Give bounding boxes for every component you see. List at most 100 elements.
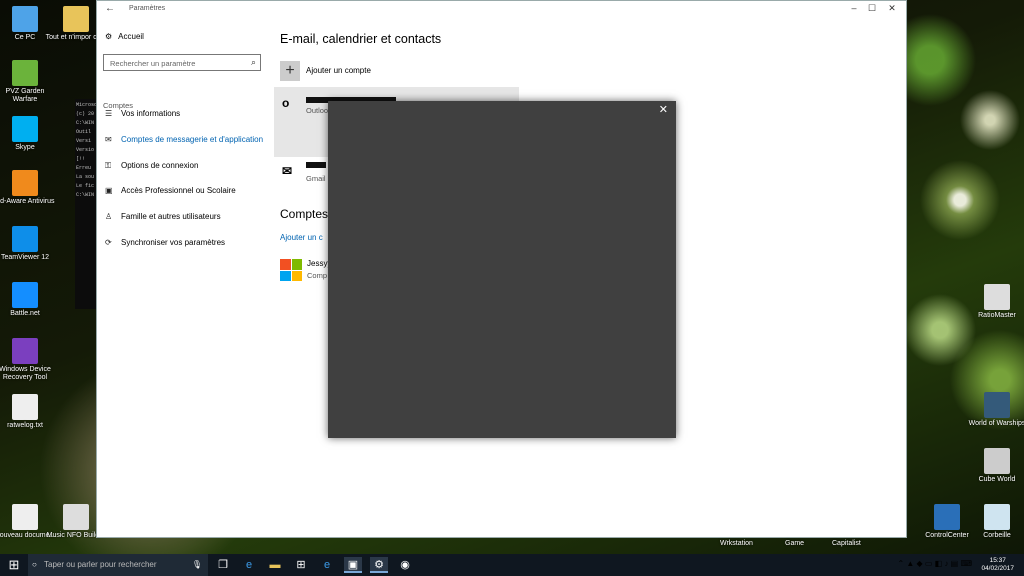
file-explorer-icon[interactable]: ▬ [266,557,284,573]
sidebar-item-label: Synchroniser vos paramètres [121,238,226,247]
account-type: Gmail [306,174,326,183]
minimize-button[interactable]: – [844,3,864,13]
desktop-shortcut[interactable]: RatioMaster [966,284,1024,320]
person-card-icon: ☰ [105,109,113,118]
desktop-shortcut-label: Cube World [978,476,1016,483]
taskbar: ⊞ ○ Taper ou parler pour rechercher 🎙 ❐ … [0,554,1024,576]
desktop-shortcut-label: World of Warships [968,420,1024,427]
desktop-label[interactable]: Wrkstation [720,540,753,547]
edge-icon[interactable]: e [240,557,258,573]
outlook-icon: o [282,96,290,110]
desktop-shortcut-label: ControlCenter [925,532,969,539]
desktop-shortcut[interactable]: World of Warships [966,392,1024,428]
desktop-shortcut-label: Ce PC [14,34,36,41]
command-prompt-window[interactable]: Microsoft(c) 20C:\WINOutilVersiVersio[!!… [75,99,97,309]
desktop-shortcut[interactable]: Battle.net [0,282,56,318]
key-icon: ⚿ [105,161,112,170]
sidebar-item-label: Famille et autres utilisateurs [121,212,221,221]
sidebar-item-label: Options de connexion [121,161,199,170]
recovery-tool-icon [12,338,38,364]
settings-taskbar-icon[interactable]: ⚙ [370,557,388,573]
cubeworld-icon [984,448,1010,474]
skype-icon [12,116,38,142]
sidebar-item[interactable]: ⚿ Options de connexion [105,161,198,171]
add-account-link[interactable]: Ajouter un c [280,233,323,242]
sidebar-item[interactable]: ✉ Comptes de messagerie et d'application [105,135,263,144]
clock[interactable]: 15:37 04/02/2017 [981,557,1014,573]
system-tray[interactable]: ⌃ ▲ ◆ ▭ ◧ ♪ ▤ ⌨ [897,559,972,568]
computer-icon [12,6,38,32]
briefcase-icon: ▣ [105,186,113,195]
desktop-shortcut[interactable]: PVZ Garden Warfare [0,60,56,104]
desktop-shortcut-label: RatioMaster [978,312,1016,319]
window-title: Paramètres [129,5,166,12]
taskbar-search[interactable]: ○ Taper ou parler pour rechercher 🎙 [28,554,208,576]
search-icon: ⌕ [250,57,256,67]
sidebar-item[interactable]: ▣ Accès Professionnel ou Scolaire [105,186,236,195]
desktop-shortcut-label: Windows Device Recovery Tool [0,366,51,381]
start-button[interactable]: ⊞ [0,554,28,576]
sidebar-item-label: Comptes de messagerie et d'application [121,135,264,144]
microphone-icon[interactable]: 🎙 [192,554,202,576]
desktop-label[interactable]: Capitalist [832,540,861,547]
settings-search-input[interactable]: Rechercher un paramètre ⌕ [103,54,261,71]
sidebar-item-label: Vos informations [121,109,181,118]
command-prompt-taskbar-icon[interactable]: ▣ [344,557,362,573]
cortana-icon: ○ [32,560,37,569]
sidebar: ⚙ Accueil Rechercher un paramètre ⌕ Compt… [97,17,275,537]
desktop-shortcut-label: Battle.net [10,310,40,317]
plus-icon: + [280,61,300,81]
warships-icon [984,392,1010,418]
redacted-email [306,162,326,168]
account-dialog: ✕ [328,101,676,438]
battlenet-icon [12,282,38,308]
desktop-shortcut[interactable]: Windows Device Recovery Tool [0,338,56,382]
gear-icon: ⚙ [105,32,113,41]
desktop-label[interactable]: Game [785,540,804,547]
close-window-button[interactable]: ✕ [882,3,902,14]
date: 04/02/2017 [981,565,1014,572]
app-taskbar-icon[interactable]: ◉ [396,557,414,573]
maximize-button[interactable]: ☐ [862,3,882,14]
recycle-bin-icon [984,504,1010,530]
taskbar-search-placeholder: Taper ou parler pour rechercher [44,560,157,569]
close-icon[interactable]: ✕ [659,103,668,116]
teamviewer-icon [12,226,38,252]
desktop-shortcut[interactable]: TeamViewer 12 [0,226,56,262]
ratiomaster-icon [984,284,1010,310]
desktop-shortcut[interactable]: Cube World [966,448,1024,484]
folder-icon [63,6,89,32]
antivirus-icon [12,170,38,196]
sidebar-item[interactable]: ♙ Famille et autres utilisateurs [105,212,221,221]
document-icon [12,504,38,530]
sidebar-item[interactable]: ☰ Vos informations [105,109,180,118]
home-label: Accueil [118,32,144,41]
desktop-shortcut-label: Skype [15,144,35,151]
section-title: Comptes [280,207,329,221]
back-arrow-icon[interactable]: ← [105,3,115,14]
desktop-shortcut-label: ratwelog.txt [7,422,43,429]
sidebar-item-label: Accès Professionnel ou Scolaire [121,186,236,195]
controlcenter-icon [934,504,960,530]
home-nav-item[interactable]: ⚙ Accueil [105,32,144,41]
desktop-shortcut[interactable]: Skype [0,116,56,152]
desktop-shortcut[interactable]: Ad-Aware Antivirus [0,170,56,206]
add-account-button[interactable]: + Ajouter un compte [280,61,371,81]
ie-icon[interactable]: e [318,557,336,573]
desktop-shortcut[interactable]: ratwelog.txt [0,394,56,430]
search-placeholder: Rechercher un paramètre [110,59,196,68]
page-title: E-mail, calendrier et contacts [280,32,442,46]
microsoft-logo-icon [280,259,302,281]
sidebar-item[interactable]: ⟳ Synchroniser vos paramètres [105,238,225,247]
store-icon[interactable]: ⊞ [292,557,310,573]
game-icon [12,60,38,86]
nfo-builder-icon [63,504,89,530]
desktop-shortcut-label: Ad-Aware Antivirus [0,198,55,205]
title-bar: ← Paramètres – ☐ ✕ [97,1,906,17]
add-account-label: Ajouter un compte [306,66,371,76]
task-view-icon[interactable]: ❐ [214,557,232,573]
sync-icon: ⟳ [105,238,112,247]
time: 15:37 [989,557,1006,564]
desktop-shortcut[interactable]: Corbeille [966,504,1024,540]
family-icon: ♙ [105,212,113,221]
